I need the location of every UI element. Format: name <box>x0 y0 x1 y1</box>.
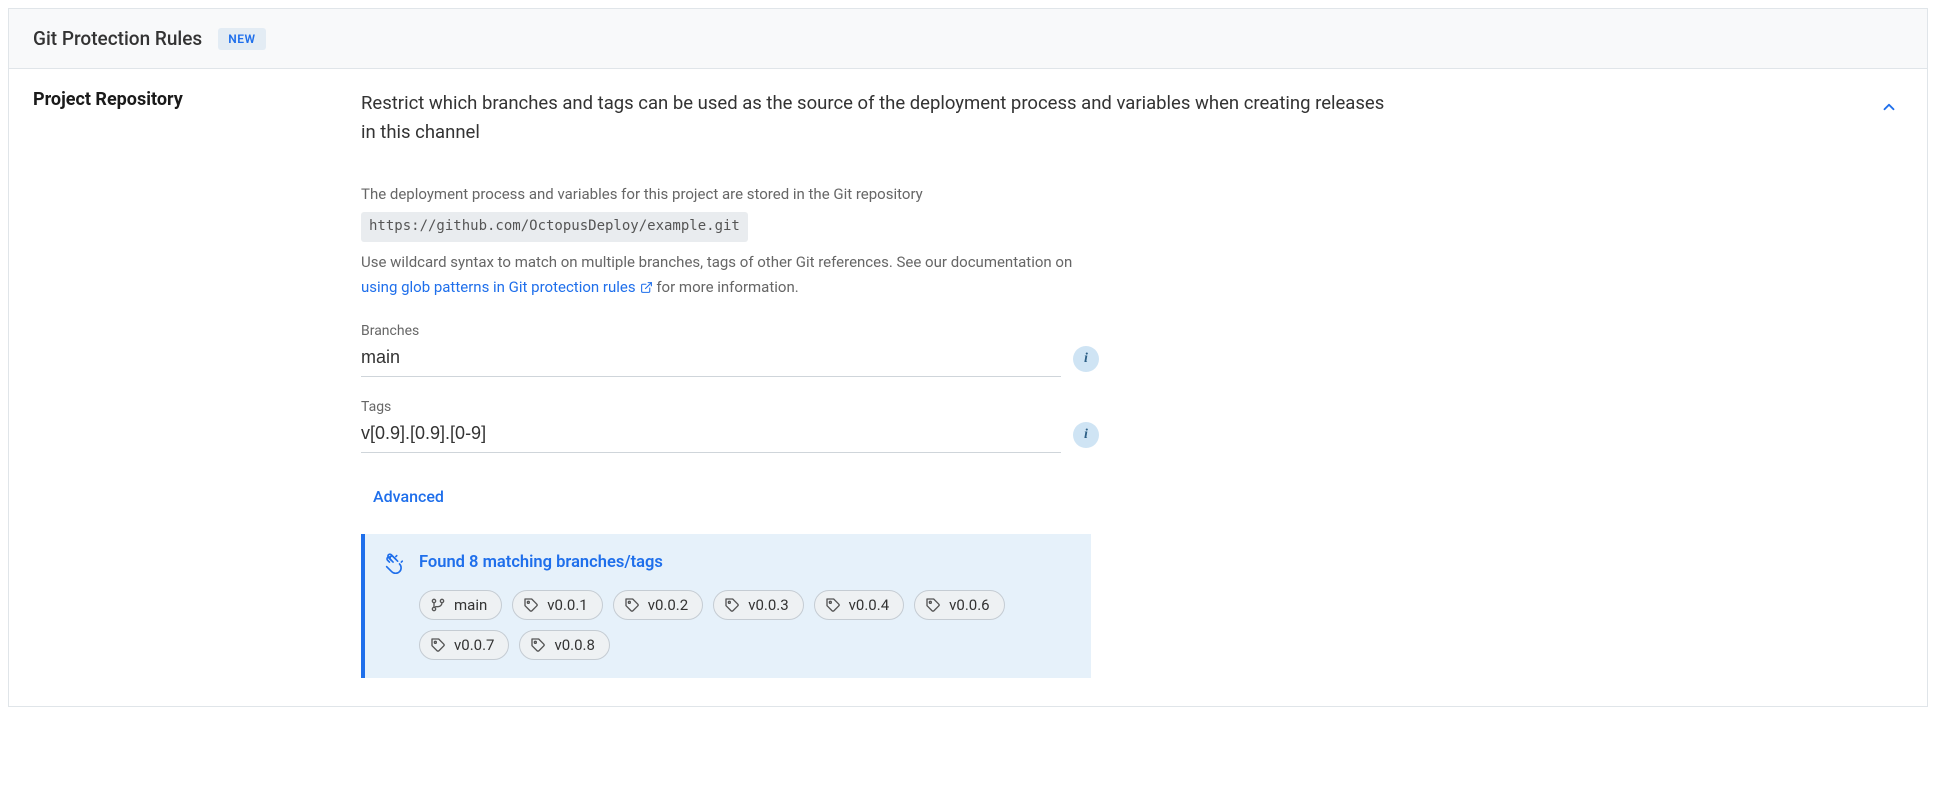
chip-label: v0.0.8 <box>554 636 594 654</box>
tags-row: i <box>361 417 1863 453</box>
matches-panel: Found 8 matching branches/tags main v0.0.… <box>361 534 1091 678</box>
chip-label: v0.0.2 <box>648 596 688 614</box>
section-title: Git Protection Rules <box>33 27 202 50</box>
branches-row: i <box>361 341 1863 377</box>
branches-label: Branches <box>361 323 1863 339</box>
match-chip: v0.0.3 <box>713 590 803 620</box>
tags-label: Tags <box>361 399 1863 415</box>
chip-label: v0.0.6 <box>949 596 989 614</box>
help-text: The deployment process and variables for… <box>361 182 1121 300</box>
match-chip: v0.0.2 <box>613 590 703 620</box>
match-chip: v0.0.1 <box>512 590 602 620</box>
chip-label: v0.0.3 <box>748 596 788 614</box>
match-chip: main <box>419 590 502 620</box>
matches-title: Found 8 matching branches/tags <box>419 553 663 572</box>
match-chip: v0.0.8 <box>519 630 609 660</box>
git-protection-panel: Git Protection Rules NEW Project Reposit… <box>8 8 1928 707</box>
chevron-up-icon <box>1880 98 1898 116</box>
tag-icon <box>925 597 941 613</box>
section-description: Restrict which branches and tags can be … <box>361 89 1401 146</box>
tag-icon <box>523 597 539 613</box>
external-link-icon <box>640 281 653 294</box>
tag-icon <box>430 637 446 653</box>
tag-icon <box>530 637 546 653</box>
match-chip: v0.0.7 <box>419 630 509 660</box>
chip-label: v0.0.4 <box>849 596 889 614</box>
collapse-toggle[interactable] <box>1875 93 1903 121</box>
chip-label: v0.0.7 <box>454 636 494 654</box>
new-badge: NEW <box>218 28 265 50</box>
help-line-2: Use wildcard syntax to match on multiple… <box>361 250 1121 301</box>
tag-icon <box>825 597 841 613</box>
tags-info-button[interactable]: i <box>1073 422 1099 448</box>
chip-label: main <box>454 596 487 614</box>
matches-chips: main v0.0.1 v0.0.2 v0.0.3 v0.0.4 v0.0.6 v0.0.7… <box>419 590 1069 660</box>
tag-icon <box>724 597 740 613</box>
match-chip: v0.0.6 <box>914 590 1004 620</box>
branch-icon <box>430 597 446 613</box>
help-line-1: The deployment process and variables for… <box>361 182 1121 208</box>
tags-input[interactable] <box>361 417 1061 453</box>
section-body: Restrict which branches and tags can be … <box>361 89 1903 678</box>
branches-info-button[interactable]: i <box>1073 346 1099 372</box>
section-content: Project Repository Restrict which branch… <box>9 69 1927 706</box>
wave-icon <box>383 552 405 574</box>
doc-link[interactable]: using glob patterns in Git protection ru… <box>361 275 653 301</box>
section-header: Git Protection Rules NEW <box>9 9 1927 69</box>
branches-input[interactable] <box>361 341 1061 377</box>
section-label: Project Repository <box>33 89 361 110</box>
repo-url: https://github.com/OctopusDeploy/example… <box>361 212 748 242</box>
match-chip: v0.0.4 <box>814 590 904 620</box>
chip-label: v0.0.1 <box>547 596 587 614</box>
advanced-toggle[interactable]: Advanced <box>361 487 444 506</box>
tag-icon <box>624 597 640 613</box>
section-label-col: Project Repository <box>33 89 361 678</box>
matches-header: Found 8 matching branches/tags <box>383 552 1069 574</box>
